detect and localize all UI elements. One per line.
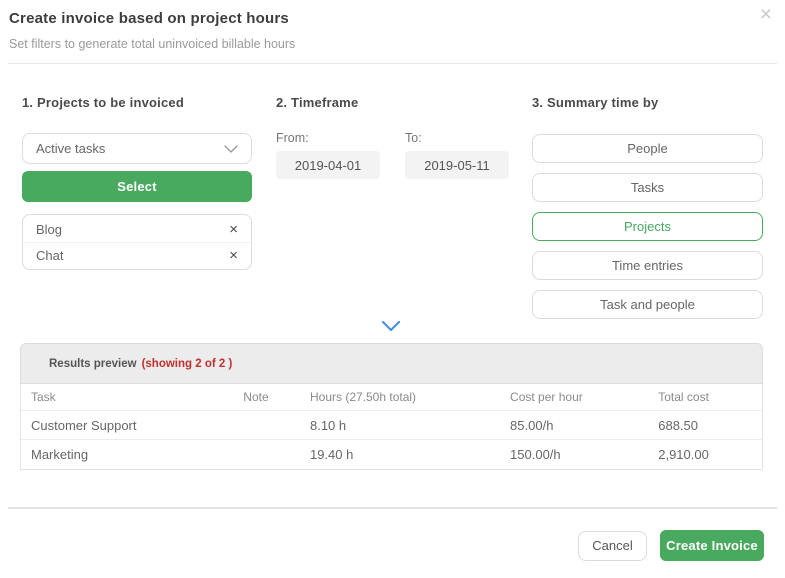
header-divider: [8, 63, 777, 64]
dialog-title: Create invoice based on project hours: [9, 10, 289, 27]
table-row: Marketing 19.40 h 150.00/h 2,910.00: [21, 440, 762, 469]
selected-project-label: Chat: [36, 247, 64, 263]
summary-option-time-entries[interactable]: Time entries: [532, 251, 763, 280]
select-button[interactable]: Select: [22, 171, 252, 202]
cell-total-cost: 2,910.00: [658, 447, 709, 462]
summary-option-task-and-people[interactable]: Task and people: [532, 290, 763, 319]
selected-project-label: Blog: [36, 222, 63, 237]
section-summary: 3. Summary time by People Tasks Projects Ti…: [532, 95, 763, 319]
collapse-chevron-icon[interactable]: [381, 319, 403, 333]
cell-cost-per-hour: 150.00/h: [510, 447, 561, 462]
from-label: From:: [276, 131, 309, 145]
selected-project-item: Blog ×: [23, 217, 251, 242]
cell-hours: 8.10 h: [309, 417, 347, 433]
dialog-subtitle: Set filters to generate total uninvoiced…: [9, 37, 296, 51]
from-date-input[interactable]: 2019-04-01: [276, 151, 380, 179]
section-projects: 1. Projects to be invoiced Active tasks …: [22, 95, 252, 270]
cell-hours: 19.40 h: [309, 447, 354, 462]
task-filter-dropdown[interactable]: Active tasks: [22, 133, 252, 164]
close-icon[interactable]: ×: [760, 4, 772, 25]
to-label: To:: [405, 131, 422, 145]
summary-option-tasks[interactable]: Tasks: [532, 173, 763, 202]
results-preview-label: Results preview: [49, 357, 137, 370]
results-count-badge: (showing 2 of 2 ): [141, 357, 233, 370]
results-table-body: Customer Support 8.10 h 85.00/h 688.50 Marke…: [21, 411, 762, 469]
to-date-input[interactable]: 2019-05-11: [405, 151, 509, 179]
results-preview-panel: Results preview (showing 2 of 2 ) Task No…: [20, 343, 763, 470]
cell-task: Customer Support: [31, 417, 137, 433]
task-filter-value: Active tasks: [36, 141, 106, 156]
column-header: Total cost: [658, 390, 709, 404]
results-table: Task Note Hours (27.50h total) Cost per hou…: [20, 384, 763, 470]
summary-option-people[interactable]: People: [532, 134, 763, 163]
section-heading-projects: 1. Projects to be invoiced: [22, 95, 184, 110]
selected-project-item: Chat ×: [23, 242, 251, 267]
create-invoice-button[interactable]: Create Invoice: [660, 530, 764, 561]
column-header: Hours (27.50h total): [309, 390, 417, 404]
column-header: Cost per hour: [510, 390, 583, 404]
column-header: Task: [31, 390, 56, 404]
footer-divider: [8, 507, 777, 509]
cell-task: Marketing: [31, 447, 89, 462]
table-row: Customer Support 8.10 h 85.00/h 688.50: [21, 411, 762, 440]
results-table-header-row: Task Note Hours (27.50h total) Cost per hou…: [21, 384, 762, 411]
selected-projects-list: Blog × Chat ×: [22, 214, 252, 270]
section-heading-summary: 3. Summary time by: [532, 95, 659, 110]
results-preview-header: Results preview (showing 2 of 2 ): [20, 343, 763, 384]
summary-option-projects[interactable]: Projects: [532, 212, 763, 241]
remove-item-icon[interactable]: ×: [229, 248, 238, 263]
cell-total-cost: 688.50: [658, 417, 698, 433]
chevron-down-icon: [224, 144, 238, 153]
cancel-button[interactable]: Cancel: [578, 530, 647, 561]
summary-options-list: People Tasks Projects Time entries Task and …: [532, 134, 763, 329]
create-invoice-dialog: Create invoice based on project hours Se…: [0, 0, 785, 578]
section-heading-timeframe: 2. Timeframe: [276, 95, 359, 110]
section-timeframe: 2. Timeframe From: 2019-04-01 To: 2019-0…: [276, 95, 509, 179]
cell-cost-per-hour: 85.00/h: [510, 417, 554, 433]
remove-item-icon[interactable]: ×: [229, 222, 238, 237]
column-header: Note: [243, 390, 269, 404]
dialog-footer: Cancel Create Invoice: [578, 530, 764, 561]
